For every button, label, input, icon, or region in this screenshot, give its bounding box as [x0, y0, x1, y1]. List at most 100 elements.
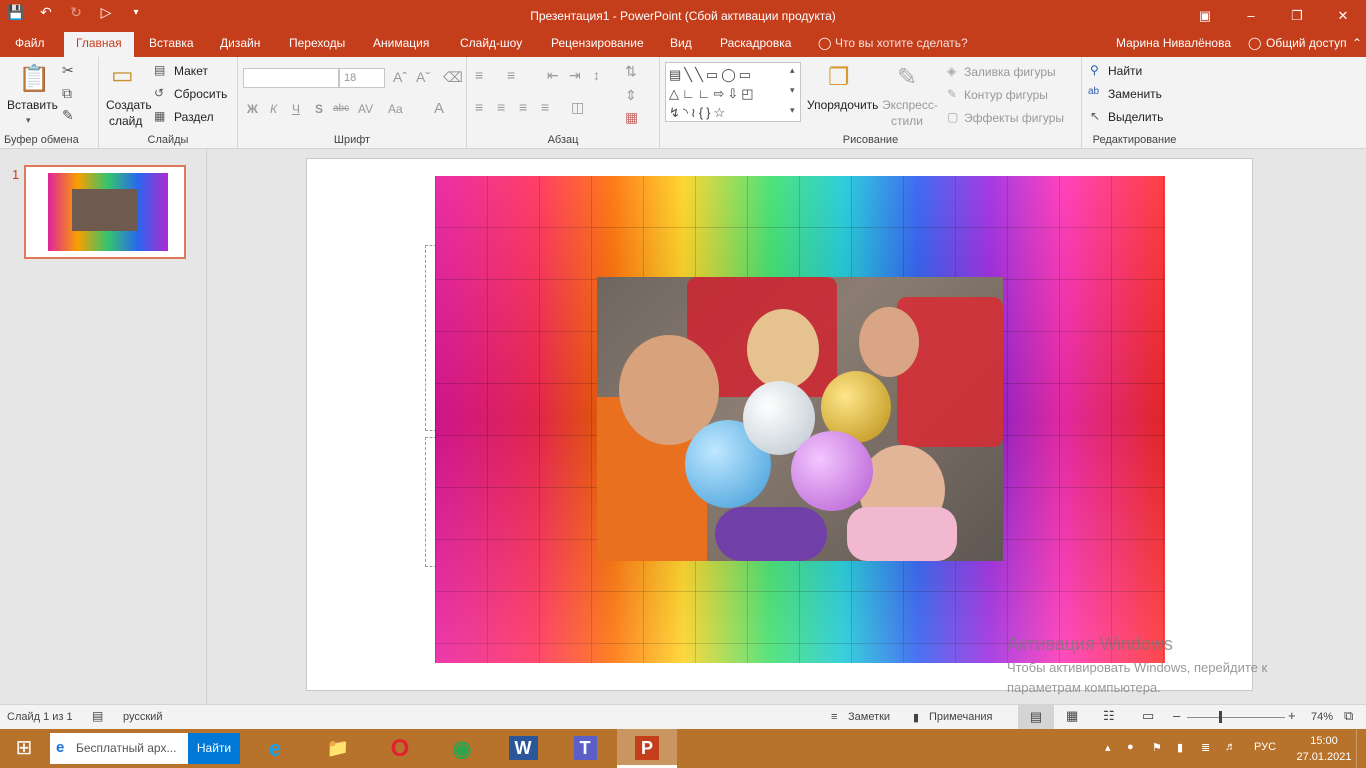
underline-button[interactable]: Ч: [292, 102, 300, 116]
maximize-button[interactable]: ❐: [1274, 0, 1320, 32]
tab-home[interactable]: Главная: [64, 32, 134, 57]
zoom-out-button[interactable]: –: [1173, 708, 1180, 723]
italic-button[interactable]: К: [270, 102, 277, 116]
slide-sorter-icon[interactable]: ▦: [1066, 708, 1078, 724]
ie-icon[interactable]: e: [245, 729, 305, 768]
decrease-indent-icon[interactable]: ⇤: [547, 67, 559, 84]
align-left-icon[interactable]: ≡: [475, 99, 483, 115]
normal-view-icon[interactable]: ▤: [1018, 705, 1054, 729]
tab-animations[interactable]: Анимация: [373, 36, 429, 50]
zoom-in-button[interactable]: +: [1288, 708, 1296, 723]
collapse-ribbon-icon[interactable]: ⌃: [1352, 36, 1362, 50]
share-button[interactable]: Общий доступ: [1266, 36, 1347, 50]
character-spacing-button[interactable]: AV: [358, 102, 373, 116]
tab-design[interactable]: Дизайн: [220, 36, 260, 50]
windows-start-icon[interactable]: ⊞: [0, 729, 48, 768]
tab-review[interactable]: Рецензирование: [551, 36, 644, 50]
increase-indent-icon[interactable]: ⇥: [569, 67, 581, 84]
tray-app-icon[interactable]: ●: [1127, 741, 1134, 753]
taskbar-search-input[interactable]: e Бесплатный арх...: [50, 733, 188, 764]
language-indicator[interactable]: русский: [123, 711, 162, 723]
format-painter-icon[interactable]: ✎: [62, 107, 74, 124]
teams-icon[interactable]: T: [555, 729, 615, 768]
tab-slideshow[interactable]: Слайд-шоу: [460, 36, 522, 50]
children-with-balloons-photo[interactable]: [597, 277, 1003, 561]
font-color-button[interactable]: A: [434, 100, 444, 117]
smartart-icon[interactable]: ▦: [625, 109, 638, 126]
user-name[interactable]: Марина Нивалёнова: [1116, 36, 1231, 50]
copy-icon[interactable]: ⧉: [62, 85, 72, 102]
line-spacing-icon[interactable]: ↕: [593, 67, 600, 83]
word-icon[interactable]: W: [493, 729, 553, 768]
tab-insert[interactable]: Вставка: [149, 36, 194, 50]
tab-transitions[interactable]: Переходы: [289, 36, 345, 50]
align-right-icon[interactable]: ≡: [519, 99, 527, 115]
new-slide-label-2[interactable]: слайд: [109, 114, 142, 128]
system-clock[interactable]: 15:00 27.01.2021: [1296, 733, 1352, 765]
tab-storyboarding[interactable]: Раскадровка: [720, 36, 791, 50]
gallery-scroll-down-icon[interactable]: ▾: [790, 85, 795, 96]
zoom-slider-thumb[interactable]: [1219, 711, 1222, 723]
volume-icon[interactable]: ♬: [1225, 741, 1236, 753]
quick-styles-label-2[interactable]: стили: [891, 114, 923, 128]
slideshow-icon[interactable]: ▭: [1142, 708, 1154, 724]
align-text-icon[interactable]: ⇕: [625, 87, 637, 104]
tab-view[interactable]: Вид: [670, 36, 692, 50]
reading-view-icon[interactable]: ☷: [1103, 708, 1115, 724]
shapes-gallery[interactable]: ▤╲╲▭◯▭ △∟∟⇨⇩◰ ↯◝≀{}☆: [665, 62, 801, 122]
columns-icon[interactable]: ◫: [571, 99, 584, 116]
shadow-button[interactable]: S: [315, 102, 323, 116]
ribbon-display-options-icon[interactable]: ▣: [1182, 0, 1228, 32]
flag-icon[interactable]: ⚑: [1152, 741, 1162, 754]
bold-button[interactable]: Ж: [247, 102, 258, 116]
zoom-slider[interactable]: [1187, 717, 1285, 718]
font-size-combo[interactable]: 18: [339, 68, 385, 88]
paste-dropdown-icon[interactable]: ▾: [26, 115, 31, 126]
opera-icon[interactable]: O: [370, 729, 430, 768]
align-center-icon[interactable]: ≡: [497, 99, 505, 115]
taskbar-search-button[interactable]: Найти: [188, 733, 240, 764]
grow-font-icon[interactable]: Aˆ: [393, 69, 407, 85]
section-button[interactable]: Раздел: [174, 110, 214, 124]
strikethrough-button[interactable]: abc: [333, 103, 349, 114]
show-desktop-button[interactable]: [1356, 729, 1366, 768]
paste-button[interactable]: Вставить: [7, 98, 58, 112]
text-direction-icon[interactable]: ⇅: [625, 63, 637, 80]
justify-icon[interactable]: ≡: [541, 99, 549, 115]
chrome-icon[interactable]: ◉: [432, 729, 492, 768]
battery-icon[interactable]: ▮: [1177, 741, 1183, 754]
quick-styles-button[interactable]: Экспресс-: [882, 98, 938, 112]
reset-button[interactable]: Сбросить: [174, 87, 227, 101]
font-name-combo[interactable]: [243, 68, 339, 88]
select-button[interactable]: Выделить: [1108, 110, 1163, 124]
input-language[interactable]: РУС: [1254, 741, 1276, 753]
shrink-font-icon[interactable]: Aˇ: [416, 69, 430, 85]
arrange-button[interactable]: Упорядочить: [807, 98, 878, 112]
comments-button[interactable]: Примечания: [929, 711, 993, 723]
gallery-more-icon[interactable]: ▾: [790, 105, 795, 116]
show-hidden-icons[interactable]: ▴: [1105, 741, 1111, 754]
shape-effects-button[interactable]: Эффекты фигуры: [964, 111, 1064, 125]
notes-button[interactable]: Заметки: [848, 711, 890, 723]
new-slide-button[interactable]: Создать: [106, 98, 152, 112]
tell-me-input[interactable]: Что вы хотите сделать?: [835, 36, 968, 50]
fit-to-window-icon[interactable]: ⧉: [1344, 708, 1353, 724]
replace-button[interactable]: Заменить: [1108, 87, 1162, 101]
bullets-icon[interactable]: ≡: [475, 67, 483, 83]
gallery-scroll-up-icon[interactable]: ▴: [790, 65, 795, 76]
powerpoint-icon[interactable]: P: [617, 729, 677, 768]
minimize-button[interactable]: –: [1228, 0, 1274, 32]
clear-formatting-icon[interactable]: ⌫: [443, 69, 463, 86]
file-explorer-icon[interactable]: 📁: [308, 729, 368, 768]
numbering-icon[interactable]: ≡: [507, 67, 515, 83]
find-button[interactable]: Найти: [1108, 64, 1142, 78]
cut-icon[interactable]: ✂: [62, 62, 74, 79]
change-case-button[interactable]: Aa: [388, 102, 403, 116]
zoom-level[interactable]: 74%: [1311, 711, 1333, 723]
slide-thumbnail-1[interactable]: [24, 165, 186, 259]
shape-outline-button[interactable]: Контур фигуры: [964, 88, 1048, 102]
layout-button[interactable]: Макет: [174, 64, 208, 78]
close-button[interactable]: ✕: [1320, 0, 1366, 32]
network-icon[interactable]: ≣: [1201, 741, 1210, 754]
spelling-icon[interactable]: ▤: [92, 709, 103, 723]
